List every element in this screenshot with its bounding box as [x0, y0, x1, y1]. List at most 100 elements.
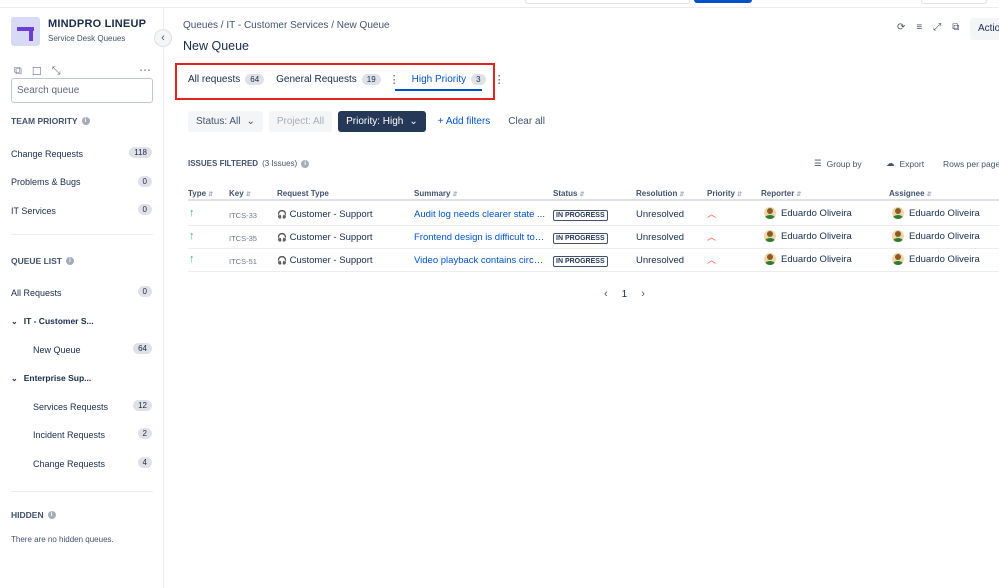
- info-icon[interactable]: i: [47, 511, 56, 519]
- team-priority-label: TEAM PRIORITY: [11, 116, 78, 126]
- group-by-label: Group by: [826, 158, 862, 169]
- chevron-right-icon[interactable]: ›: [641, 288, 645, 300]
- export-button[interactable]: ☁ Export: [886, 158, 924, 169]
- column-label: Assignee: [889, 189, 925, 198]
- sidebar-item-change-requests-2[interactable]: Change Requests: [33, 459, 105, 469]
- request-type-label: Customer - Support: [289, 255, 373, 266]
- column-label: Reporter: [761, 189, 795, 198]
- column-resolution[interactable]: Resolution ⇵: [636, 189, 684, 198]
- clear-all-button[interactable]: Clear all: [502, 116, 551, 127]
- status-filter[interactable]: Status: All ⌄: [188, 111, 263, 132]
- issues-heading-label: ISSUES FILTERED: [188, 159, 259, 168]
- issue-key[interactable]: ITCS-33: [229, 211, 257, 220]
- tab-label: All requests: [188, 74, 241, 85]
- sidebar-item-all-requests[interactable]: All Requests: [11, 288, 62, 298]
- add-filters-button[interactable]: + Add filters: [432, 116, 497, 127]
- sidebar-item-incident-requests[interactable]: Incident Requests: [33, 430, 105, 440]
- status-badge[interactable]: IN PROGRESS: [553, 210, 608, 221]
- assignee-name: Eduardo Oliveira: [909, 230, 980, 242]
- open-external-icon[interactable]: ⧉: [952, 22, 959, 33]
- sidebar-item-problems-bugs[interactable]: Problems & Bugs: [11, 177, 81, 187]
- sidebar-item-it-services[interactable]: IT Services: [11, 206, 56, 216]
- more-options-icon[interactable]: ⋯: [139, 63, 151, 77]
- refresh-icon[interactable]: ⟳: [897, 22, 905, 33]
- issue-summary[interactable]: Frontend design is difficult to l...: [414, 232, 546, 243]
- column-key[interactable]: Key ⇵: [229, 189, 251, 198]
- tab-general-requests[interactable]: General Requests 19: [276, 74, 381, 85]
- priority-arrow-icon: ↑: [189, 230, 195, 242]
- column-summary[interactable]: Summary ⇵: [414, 189, 458, 198]
- top-primary-button[interactable]: [694, 0, 752, 3]
- main-content: Queues / IT - Customer Services / New Qu…: [164, 8, 999, 588]
- status-badge[interactable]: IN PROGRESS: [553, 233, 608, 244]
- priority-high-icon: ︿: [707, 232, 717, 242]
- sidebar-group-enterprise[interactable]: ⌄ Enterprise Sup...: [11, 373, 91, 383]
- sidebar-item-change-requests[interactable]: Change Requests: [11, 149, 83, 159]
- info-icon[interactable]: i: [81, 117, 90, 125]
- top-search-input[interactable]: [525, 0, 690, 4]
- chevron-left-icon[interactable]: ‹: [604, 288, 608, 300]
- resolution: Unresolved: [636, 255, 685, 266]
- table-row[interactable]: ↑ ITCS-51 🎧 Customer - Support Video pla…: [188, 249, 999, 272]
- new-page-icon[interactable]: ☐: [32, 65, 42, 78]
- reporter[interactable]: Eduardo Oliveira: [764, 207, 852, 219]
- issue-key[interactable]: ITCS-51: [229, 257, 257, 266]
- sort-icon[interactable]: ≡: [916, 22, 922, 33]
- top-right-control[interactable]: [921, 0, 987, 4]
- actions-button[interactable]: Actio: [970, 18, 999, 40]
- column-label: Type: [188, 189, 207, 198]
- status-filter-label: Status: All: [196, 116, 241, 127]
- reporter[interactable]: Eduardo Oliveira: [764, 253, 852, 265]
- collapse-sidebar-button[interactable]: ‹: [154, 29, 172, 47]
- assignee[interactable]: Eduardo Oliveira: [892, 253, 980, 265]
- column-priority[interactable]: Priority ⇵: [707, 189, 742, 198]
- assignee[interactable]: Eduardo Oliveira: [892, 207, 980, 219]
- sidebar-item-new-queue[interactable]: New Queue: [33, 345, 81, 355]
- issue-summary[interactable]: Audit log needs clearer state ...: [414, 209, 546, 220]
- tab-high-priority[interactable]: High Priority 3: [412, 74, 486, 85]
- assignee[interactable]: Eduardo Oliveira: [892, 230, 980, 242]
- info-icon[interactable]: i: [301, 159, 310, 168]
- sidebar-item-services-requests[interactable]: Services Requests: [33, 402, 108, 412]
- page-number[interactable]: 1: [622, 289, 628, 300]
- group-by-button[interactable]: ☰ Group by: [814, 158, 862, 169]
- tab-count: 64: [245, 74, 265, 85]
- info-icon[interactable]: i: [66, 257, 75, 265]
- team-priority-heading: TEAM PRIORITY i: [11, 116, 90, 126]
- filter-bar: Status: All ⌄ Project: All Priority: Hig…: [188, 111, 551, 132]
- sidebar: MINDPRO LINEUP Service Desk Queues ‹ ⧉ ☐…: [0, 8, 172, 588]
- tab-count: 19: [361, 74, 381, 85]
- avatar: [892, 207, 904, 219]
- issue-summary[interactable]: Video playback contains circul...: [414, 255, 546, 266]
- queue-list-heading: QUEUE LIST i: [11, 256, 75, 266]
- sidebar-group-it[interactable]: ⌄ IT - Customer S...: [11, 316, 94, 326]
- status-badge[interactable]: IN PROGRESS: [553, 256, 608, 267]
- rows-per-page-label[interactable]: Rows per page: [943, 159, 999, 169]
- priority-filter[interactable]: Priority: High ⌄: [338, 111, 426, 132]
- column-assignee[interactable]: Assignee ⇵: [889, 189, 932, 198]
- column-reporter[interactable]: Reporter ⇵: [761, 189, 801, 198]
- expand-icon[interactable]: ⤢: [933, 22, 941, 33]
- breadcrumb[interactable]: Queues / IT - Customer Services / New Qu…: [183, 20, 390, 31]
- table-row[interactable]: ↑ ITCS-35 🎧 Customer - Support Frontend …: [188, 226, 999, 249]
- top-nav-strip: [0, 0, 999, 8]
- column-request-type[interactable]: Request Type: [277, 189, 329, 198]
- search-queue-input[interactable]: Search queue: [11, 78, 153, 103]
- avatar: [764, 207, 776, 219]
- issue-key[interactable]: ITCS-35: [229, 234, 257, 243]
- reporter[interactable]: Eduardo Oliveira: [764, 230, 852, 242]
- tab-all-requests[interactable]: All requests 64: [188, 74, 265, 85]
- table-row[interactable]: ↑ ITCS-33 🎧 Customer - Support Audit log…: [188, 203, 999, 226]
- collapse-icon[interactable]: ⤡: [52, 65, 61, 78]
- request-type-label: Customer - Support: [289, 209, 373, 220]
- chevron-down-icon: ⌄: [11, 317, 18, 326]
- headset-icon: 🎧: [277, 233, 287, 242]
- more-vertical-icon[interactable]: ⋮: [389, 73, 400, 86]
- column-type[interactable]: Type ⇵: [188, 189, 213, 198]
- more-vertical-icon[interactable]: ⋮: [494, 73, 505, 86]
- pagination: ‹ 1 ›: [604, 288, 645, 300]
- hidden-heading: HIDDEN i: [11, 510, 56, 520]
- copy-icon[interactable]: ⧉: [14, 65, 22, 78]
- column-status[interactable]: Status ⇵: [553, 189, 584, 198]
- assignee-name: Eduardo Oliveira: [909, 207, 980, 219]
